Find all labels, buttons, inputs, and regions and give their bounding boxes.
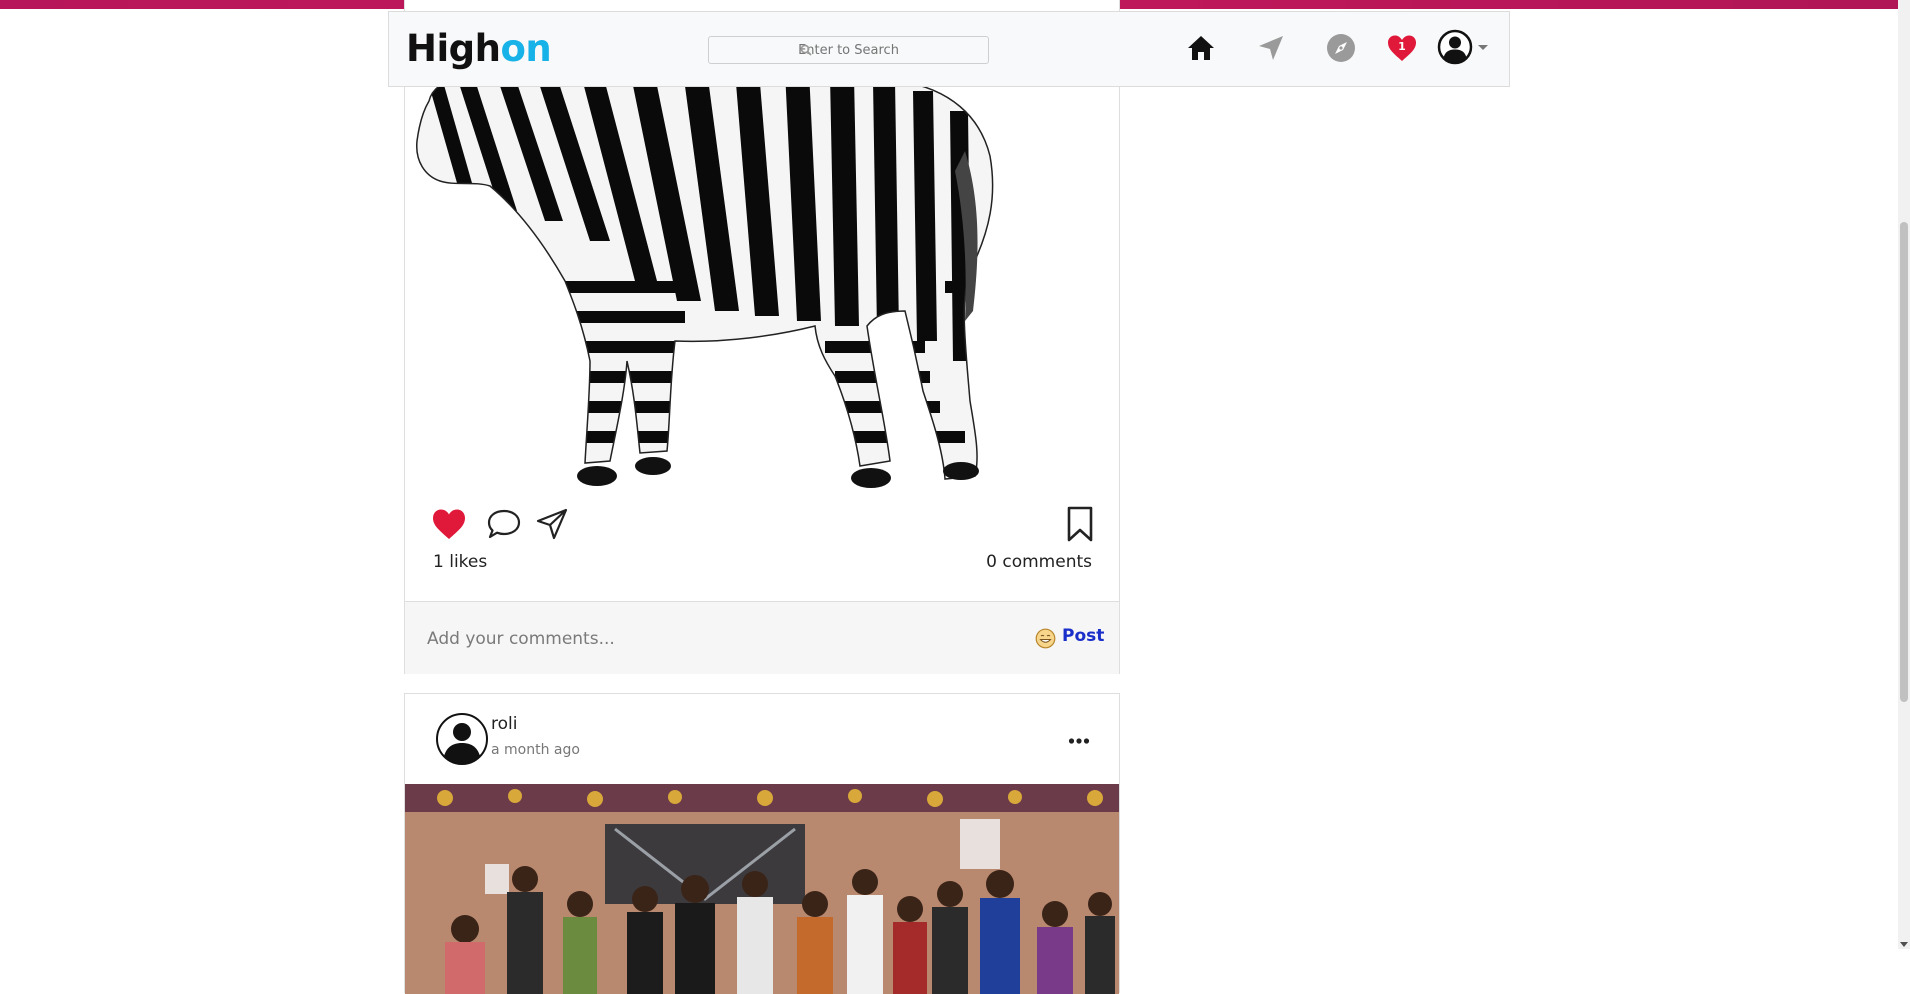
profile-dropdown-caret-icon[interactable] <box>1478 45 1488 50</box>
comment-icon[interactable] <box>487 507 521 541</box>
notifications-heart-icon[interactable]: 1 <box>1386 32 1418 64</box>
brand-logo-part2: on <box>500 27 552 70</box>
post-image[interactable] <box>405 784 1119 994</box>
home-icon[interactable] <box>1185 32 1217 64</box>
scroll-down-arrow-icon[interactable] <box>1900 942 1908 947</box>
user-avatar-icon[interactable] <box>435 712 489 766</box>
post-card: 1 likes 0 comments Post <box>404 0 1120 674</box>
send-icon[interactable] <box>1255 32 1287 64</box>
like-heart-icon[interactable] <box>431 506 467 542</box>
notification-count-badge: 1 <box>1398 40 1406 53</box>
bookmark-icon[interactable] <box>1066 506 1094 542</box>
compass-icon[interactable] <box>1325 32 1357 64</box>
emoji-icon[interactable] <box>1035 628 1056 649</box>
search-icon <box>800 44 812 56</box>
comment-bar: Post <box>405 601 1119 674</box>
brand-logo-part1: High <box>406 27 501 70</box>
scrollbar-thumb[interactable] <box>1900 222 1908 702</box>
post-username[interactable]: roli <box>491 714 517 734</box>
post-timestamp: a month ago <box>491 742 580 758</box>
comments-count[interactable]: 0 comments <box>986 552 1092 572</box>
more-options-icon[interactable] <box>1068 730 1090 744</box>
brand-logo[interactable]: Highon <box>406 27 552 71</box>
page-scrollbar[interactable] <box>1898 0 1910 949</box>
comment-input[interactable] <box>425 621 989 657</box>
share-send-icon[interactable] <box>535 507 569 541</box>
post-card: roli a month ago <box>404 693 1120 994</box>
post-comment-button[interactable]: Post <box>1062 626 1104 646</box>
likes-count[interactable]: 1 likes <box>433 552 487 572</box>
navbar: Highon 1 <box>388 11 1510 87</box>
profile-avatar-icon[interactable] <box>1437 29 1473 65</box>
search-input[interactable] <box>708 36 989 64</box>
